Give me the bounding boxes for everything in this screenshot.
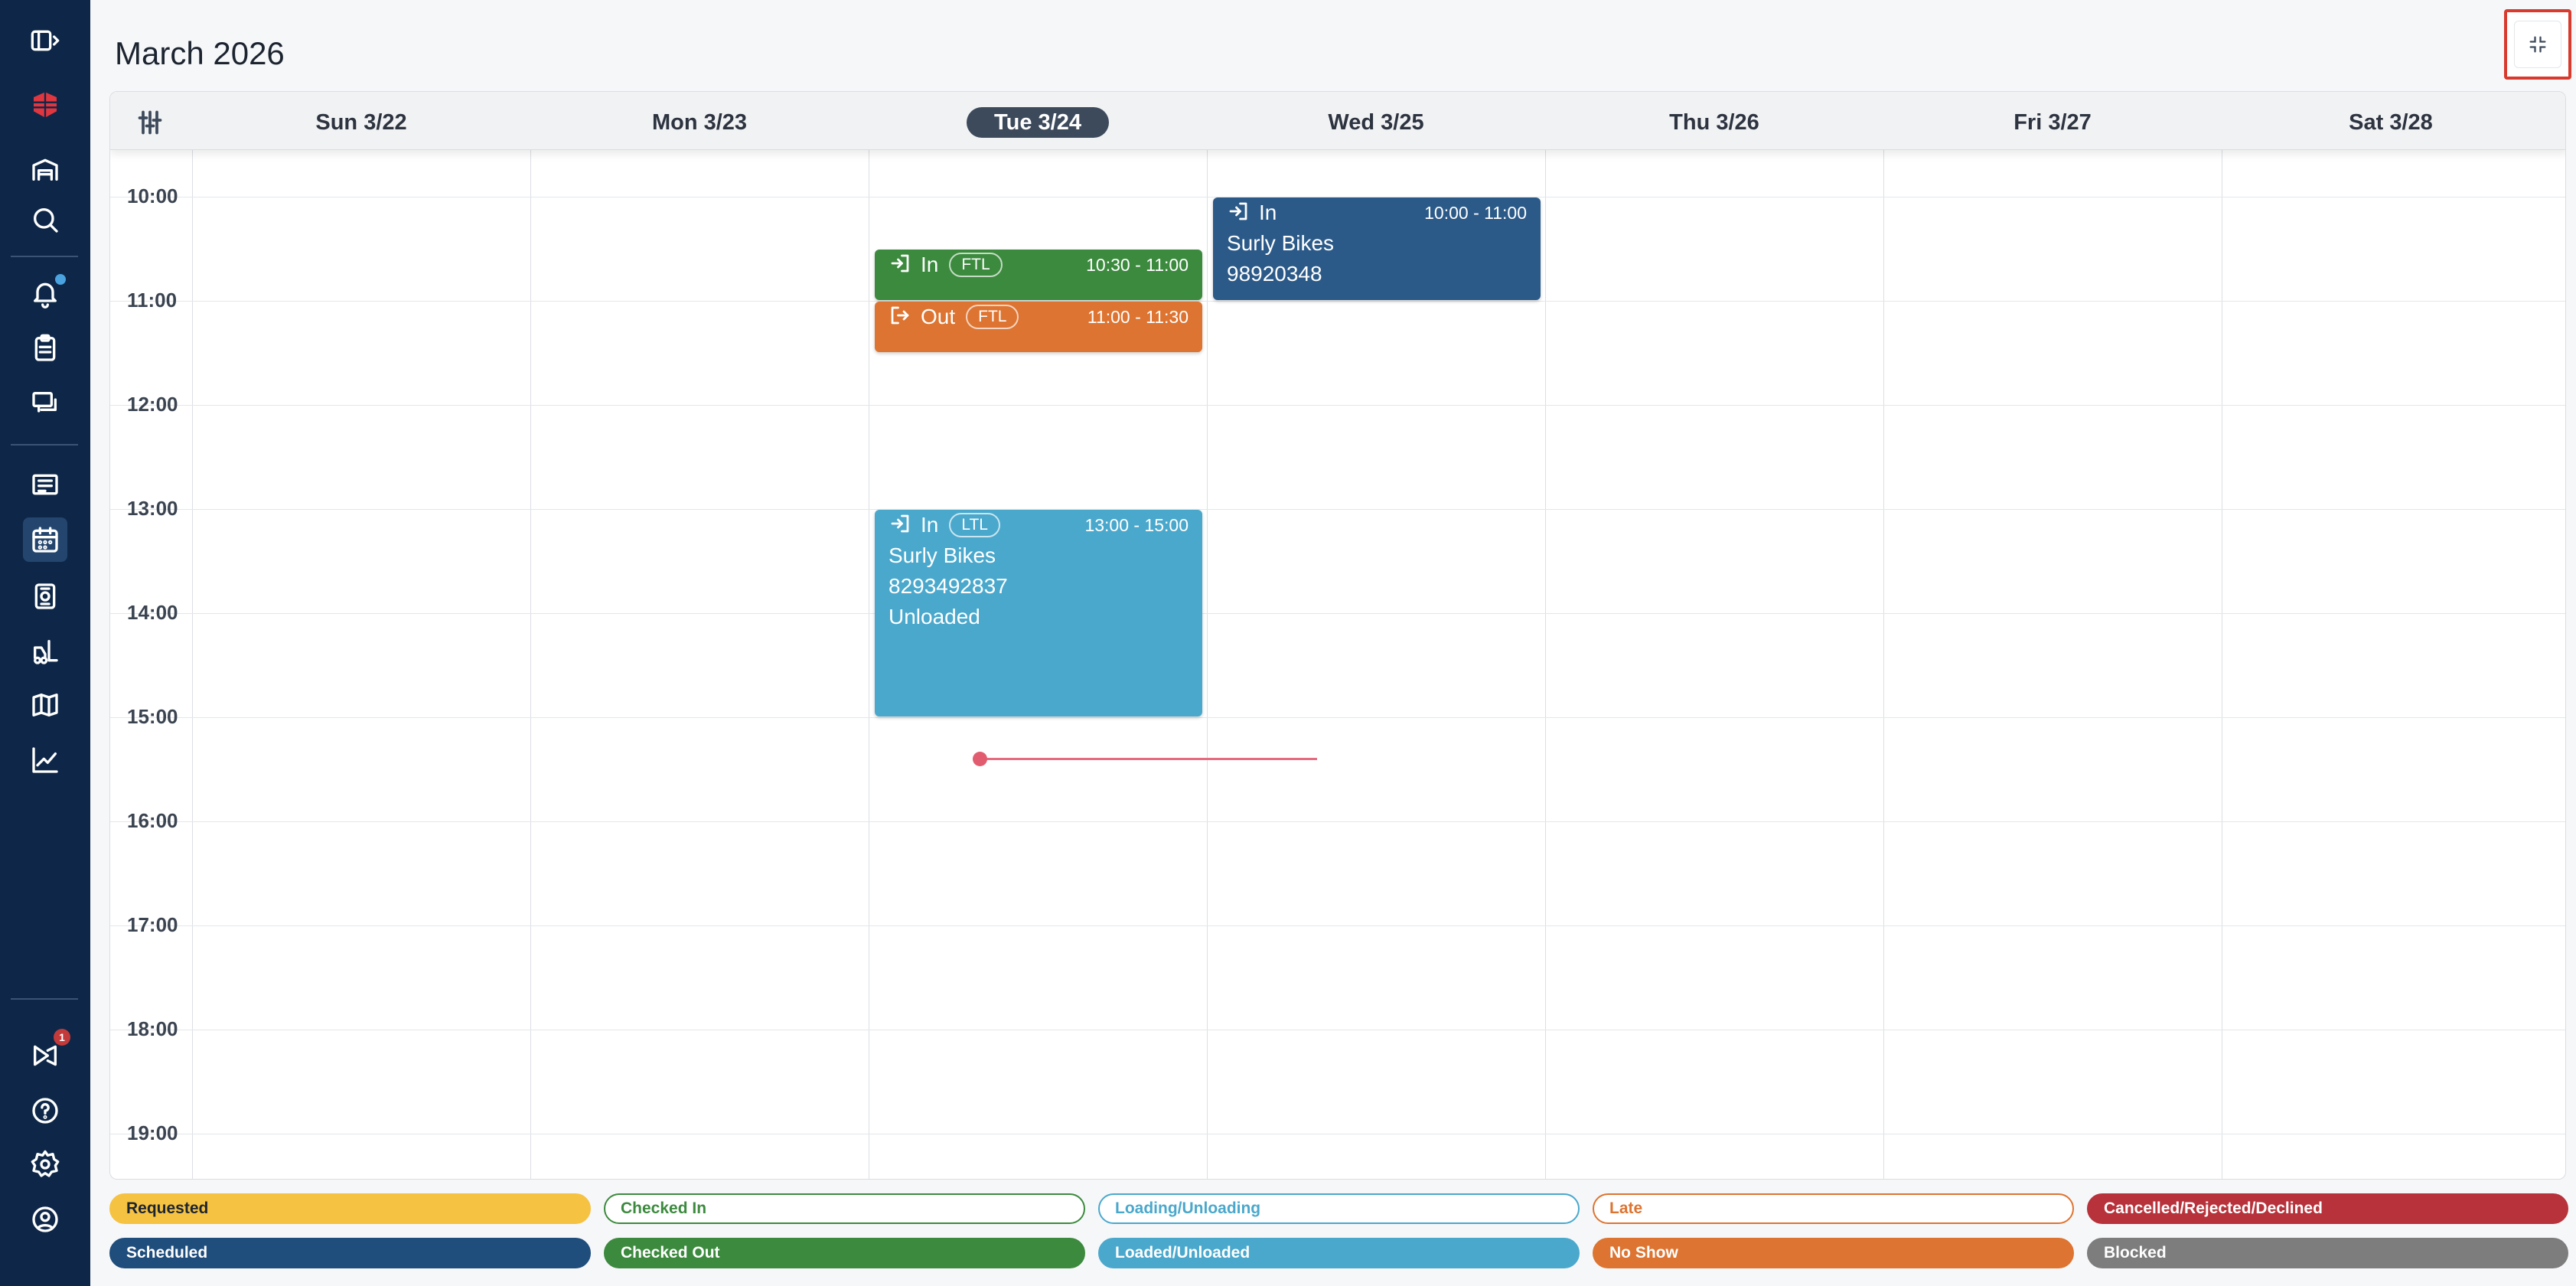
analytics-icon[interactable] bbox=[28, 743, 63, 778]
event-time: 13:00 - 15:00 bbox=[1084, 514, 1189, 535]
collapse-icon bbox=[2514, 21, 2561, 68]
list-icon[interactable] bbox=[28, 467, 63, 502]
legend-item: Checked In bbox=[604, 1193, 1085, 1224]
hour-label: 11:00 bbox=[127, 289, 178, 312]
day-column-divider bbox=[1883, 150, 1884, 1179]
dock-icon[interactable] bbox=[28, 579, 63, 614]
hour-label: 17:00 bbox=[127, 913, 178, 936]
hour-line bbox=[110, 821, 2565, 822]
legend-item: Requested bbox=[109, 1193, 591, 1224]
event-detail-line: Surly Bikes bbox=[1227, 231, 1335, 255]
settings-icon[interactable] bbox=[28, 1147, 63, 1182]
day-header[interactable]: Sun 3/22 bbox=[254, 107, 468, 138]
event-header: In 10:00 - 11:00 bbox=[1213, 197, 1541, 228]
hour-line bbox=[110, 613, 2565, 614]
event-direction: In bbox=[921, 253, 939, 276]
event-time: 10:00 - 11:00 bbox=[1424, 202, 1527, 223]
outbound-icon bbox=[889, 304, 911, 331]
event-detail-line: Surly Bikes bbox=[889, 543, 996, 567]
appointment-event[interactable]: In 10:00 - 11:00 Surly Bikes 98920348 bbox=[1213, 197, 1541, 300]
day-column-divider bbox=[530, 150, 531, 1179]
event-load-type-badge: LTL bbox=[949, 513, 1000, 537]
event-header: In FTL 10:30 - 11:00 bbox=[875, 250, 1202, 280]
appointment-event[interactable]: Out FTL 11:00 - 11:30 bbox=[875, 302, 1202, 352]
hour-line bbox=[110, 717, 2565, 718]
day-column-divider bbox=[1207, 150, 1208, 1179]
legend-item: Cancelled/Rejected/Declined bbox=[2087, 1193, 2568, 1224]
sidebar: 1 bbox=[0, 0, 90, 1286]
legend-item: Scheduled bbox=[109, 1238, 591, 1268]
legend-item: Late bbox=[1593, 1193, 2074, 1224]
hour-line bbox=[110, 509, 2565, 510]
hour-label: 19:00 bbox=[127, 1121, 178, 1144]
day-header[interactable]: Wed 3/25 bbox=[1269, 107, 1483, 138]
event-load-type-badge: FTL bbox=[949, 253, 1003, 277]
legend-item: Loaded/Unloaded bbox=[1098, 1238, 1580, 1268]
warehouse-icon[interactable] bbox=[28, 152, 63, 187]
week-calendar: Sun 3/22 Mon 3/23 Tue 3/24 Wed 3/25 Thu 3/26… bbox=[109, 91, 2566, 1180]
event-time: 11:00 - 11:30 bbox=[1087, 306, 1189, 327]
search-icon[interactable] bbox=[28, 202, 63, 237]
calendar-icon[interactable] bbox=[23, 517, 67, 562]
calendar-header: Sun 3/22 Mon 3/23 Tue 3/24 Wed 3/25 Thu 3/26… bbox=[110, 92, 2565, 150]
day-header[interactable]: Tue 3/24 bbox=[967, 107, 1109, 138]
clipboard-icon[interactable] bbox=[28, 331, 63, 366]
day-column-divider bbox=[192, 150, 193, 1179]
notification-dot bbox=[55, 274, 66, 285]
event-detail-line: 98920348 bbox=[1227, 262, 1322, 286]
legend-item: Checked Out bbox=[604, 1238, 1085, 1268]
map-icon[interactable] bbox=[28, 687, 63, 723]
inbound-icon bbox=[889, 252, 911, 279]
hour-line bbox=[110, 405, 2565, 406]
hour-label: 16:00 bbox=[127, 809, 178, 832]
chat-icon[interactable] bbox=[28, 386, 63, 421]
inbound-icon bbox=[889, 512, 911, 539]
legend-item: Blocked bbox=[2087, 1238, 2568, 1268]
forklift-icon[interactable] bbox=[28, 634, 63, 669]
day-header[interactable]: Thu 3/26 bbox=[1607, 107, 1821, 138]
day-column-divider bbox=[1545, 150, 1546, 1179]
event-load-type-badge: FTL bbox=[966, 305, 1019, 329]
event-direction: In bbox=[1259, 201, 1277, 224]
announcements-badge: 1 bbox=[54, 1029, 70, 1046]
hour-label: 18:00 bbox=[127, 1017, 178, 1040]
legend-item: No Show bbox=[1593, 1238, 2074, 1268]
hour-label: 12:00 bbox=[127, 393, 178, 416]
hour-line bbox=[110, 925, 2565, 926]
app-root: 1 March 2026 Sun 3/22 Mon 3/23 Tue 3/24 Wed… bbox=[0, 0, 2576, 1286]
event-detail-line: Unloaded bbox=[889, 605, 980, 628]
hour-label: 10:00 bbox=[127, 184, 178, 207]
hour-label: 15:00 bbox=[127, 705, 178, 728]
day-header[interactable]: Sat 3/28 bbox=[2284, 107, 2498, 138]
hour-line bbox=[110, 301, 2565, 302]
profile-icon[interactable] bbox=[28, 1202, 63, 1237]
event-header: Out FTL 11:00 - 11:30 bbox=[875, 302, 1202, 332]
event-header: In LTL 13:00 - 15:00 bbox=[875, 510, 1202, 540]
sidebar-divider bbox=[11, 444, 78, 446]
sidebar-divider bbox=[11, 998, 78, 1000]
sidebar-divider bbox=[11, 256, 78, 257]
logo-icon[interactable] bbox=[28, 87, 63, 122]
event-direction: Out bbox=[921, 305, 956, 328]
current-time-dot bbox=[973, 752, 987, 766]
page-title: March 2026 bbox=[115, 35, 285, 71]
collapse-button[interactable] bbox=[2504, 9, 2571, 80]
hour-label: 14:00 bbox=[127, 601, 178, 624]
hour-label: 13:00 bbox=[127, 497, 178, 520]
inbound-icon bbox=[1227, 200, 1250, 227]
filter-sliders-icon[interactable] bbox=[136, 109, 164, 136]
appointment-event[interactable]: In FTL 10:30 - 11:00 bbox=[875, 250, 1202, 300]
day-header[interactable]: Mon 3/23 bbox=[592, 107, 807, 138]
sidebar-toggle-icon[interactable] bbox=[28, 23, 63, 58]
event-time: 10:30 - 11:00 bbox=[1086, 254, 1189, 275]
legend-item: Loading/Unloading bbox=[1098, 1193, 1580, 1224]
appointment-event[interactable]: In LTL 13:00 - 15:00 Surly Bikes 8293492837 U… bbox=[875, 510, 1202, 716]
event-detail-line: 8293492837 bbox=[889, 574, 1008, 598]
day-header[interactable]: Fri 3/27 bbox=[1945, 107, 2160, 138]
help-icon[interactable] bbox=[28, 1093, 63, 1128]
event-direction: In bbox=[921, 513, 939, 537]
current-time-line bbox=[979, 758, 1317, 760]
